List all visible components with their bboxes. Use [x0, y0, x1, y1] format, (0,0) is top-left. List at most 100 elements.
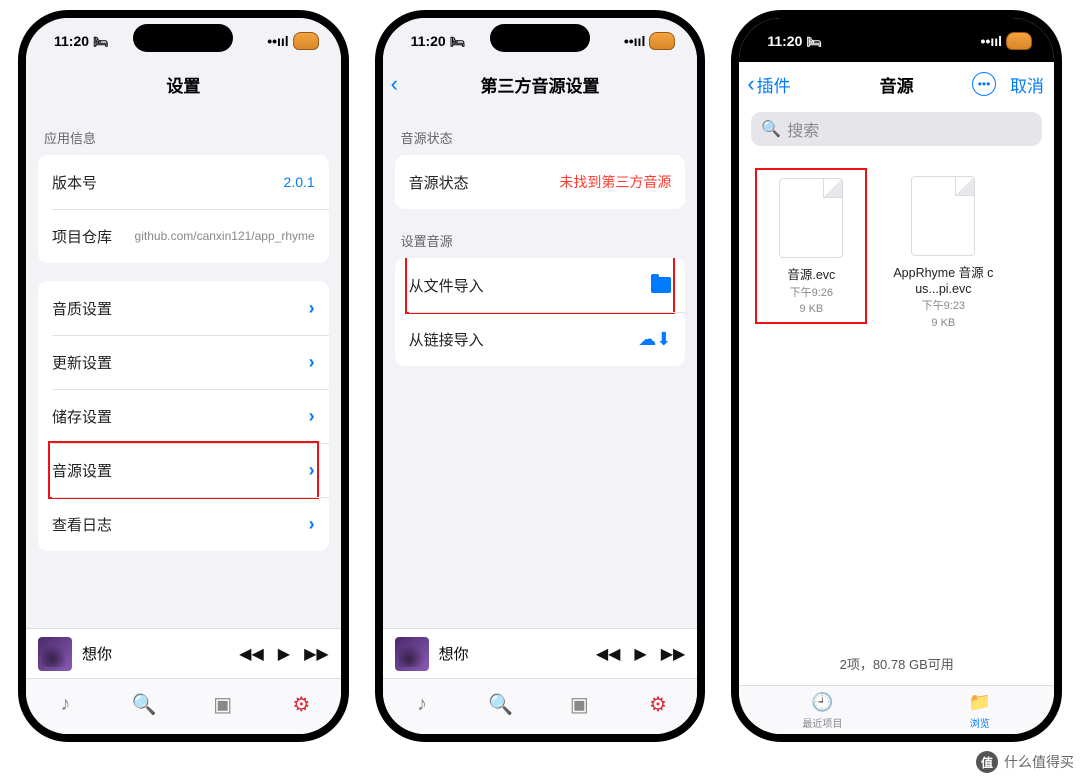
- nav-bar: ‹ 第三方音源设置: [383, 62, 698, 106]
- notch: [847, 24, 947, 52]
- chevron-left-icon: ‹: [391, 71, 398, 97]
- clock-icon: 🕘: [811, 692, 833, 713]
- file-thumb-icon: [911, 176, 975, 256]
- play-icon[interactable]: ▶: [634, 644, 646, 664]
- chevron-right-icon: ›: [309, 352, 315, 373]
- chevron-right-icon: ›: [309, 406, 315, 427]
- picker-tab-bar: 🕘 最近项目 📁 浏览: [739, 685, 1054, 734]
- cancel-button[interactable]: 取消: [1010, 72, 1044, 97]
- phone-settings: 11:20 ••ııl 设置 应用信息 版本号 2.0.1: [18, 10, 349, 742]
- notch: [133, 24, 233, 52]
- file-item[interactable]: 音源.evc 下午9:26 9 KB: [759, 170, 863, 322]
- file-size: 9 KB: [761, 302, 861, 316]
- status-time: 11:20: [54, 33, 89, 49]
- file-time: 下午9:26: [761, 286, 861, 300]
- cell-log[interactable]: 查看日志 ›: [38, 497, 329, 551]
- album-art[interactable]: [395, 637, 429, 671]
- tab-search-icon[interactable]: 🔍: [481, 692, 521, 717]
- file-size: 9 KB: [891, 316, 995, 330]
- cell-version[interactable]: 版本号 2.0.1: [38, 155, 329, 209]
- cell-source[interactable]: 音源设置 ›: [38, 443, 329, 497]
- cell-import-file[interactable]: 从文件导入: [395, 258, 686, 312]
- chevron-right-icon: ›: [309, 514, 315, 535]
- chevron-right-icon: ›: [309, 460, 315, 481]
- cell-source-status: 音源状态 未找到第三方音源: [395, 155, 686, 209]
- status-time: 11:20: [411, 33, 446, 49]
- version-label: 版本号: [52, 172, 97, 193]
- tab-browse[interactable]: 📁 浏览: [969, 692, 991, 730]
- signal-icon: ••ııl: [981, 33, 1002, 49]
- folder-icon: 📁: [969, 692, 991, 713]
- album-art[interactable]: [38, 637, 72, 671]
- nav-bar: ‹ 插件 音源 ••• 取消: [739, 62, 1054, 106]
- tab-settings-icon[interactable]: ⚙: [638, 692, 678, 717]
- watermark-text: 什么值得买: [1004, 752, 1074, 772]
- storage-status: 2项，80.78 GB可用: [739, 638, 1054, 685]
- phone-source-settings: 11:20 ••ııl ‹ 第三方音源设置 音源状态 音源状态: [375, 10, 706, 742]
- sleep-icon: [806, 33, 821, 49]
- player-bar[interactable]: 想你 ◀◀ ▶ ▶▶: [383, 628, 698, 678]
- repo-value: github.com/canxin121/app_rhyme: [135, 229, 315, 243]
- signal-icon: ••ııl: [624, 33, 645, 49]
- cell-update[interactable]: 更新设置 ›: [38, 335, 329, 389]
- repo-label: 项目仓库: [52, 226, 112, 247]
- page-title: 设置: [166, 72, 200, 97]
- tab-settings-icon[interactable]: ⚙: [281, 692, 321, 717]
- more-button[interactable]: •••: [972, 72, 996, 96]
- section-header-appinfo: 应用信息: [26, 106, 341, 155]
- tab-search-icon[interactable]: 🔍: [124, 692, 164, 717]
- page-title: 音源: [880, 72, 914, 97]
- search-input[interactable]: 🔍 搜索: [751, 112, 1042, 146]
- section-header-set: 设置音源: [383, 209, 698, 258]
- prev-icon[interactable]: ◀◀: [596, 644, 621, 664]
- sleep-icon: [450, 33, 465, 49]
- tab-bar: ♪ 🔍 ▣ ⚙: [383, 678, 698, 734]
- next-icon[interactable]: ▶▶: [304, 644, 329, 664]
- tab-music-icon[interactable]: ♪: [45, 693, 85, 716]
- chevron-left-icon: ‹: [747, 71, 754, 97]
- battery-bread-icon: [1006, 32, 1032, 50]
- file-item[interactable]: AppRhyme 音源 cus...pi.evc 下午9:23 9 KB: [891, 170, 995, 330]
- cell-repo[interactable]: 项目仓库 github.com/canxin121/app_rhyme: [38, 209, 329, 263]
- tab-recent[interactable]: 🕘 最近项目: [802, 692, 842, 730]
- cloud-download-icon: ☁︎⬇: [638, 329, 671, 350]
- play-icon[interactable]: ▶: [278, 644, 290, 664]
- version-value: 2.0.1: [284, 174, 315, 190]
- cell-quality[interactable]: 音质设置 ›: [38, 281, 329, 335]
- next-icon[interactable]: ▶▶: [661, 644, 686, 664]
- cell-import-link[interactable]: 从链接导入 ☁︎⬇: [395, 312, 686, 366]
- back-label: 插件: [757, 72, 791, 97]
- folder-icon: [651, 277, 671, 293]
- file-name: AppRhyme 音源 cus...pi.evc: [891, 266, 995, 297]
- back-button[interactable]: ‹: [391, 71, 400, 97]
- battery-bread-icon: [293, 32, 319, 50]
- sleep-icon: [93, 33, 108, 49]
- watermark-logo-icon: 值: [976, 751, 998, 773]
- tab-library-icon[interactable]: ▣: [559, 692, 599, 717]
- song-title: 想你: [439, 643, 586, 664]
- player-bar[interactable]: 想你 ◀◀ ▶ ▶▶: [26, 628, 341, 678]
- status-label: 音源状态: [409, 172, 469, 193]
- nav-bar: 设置: [26, 62, 341, 106]
- tab-bar: ♪ 🔍 ▣ ⚙: [26, 678, 341, 734]
- search-icon: 🔍: [761, 119, 781, 139]
- signal-icon: ••ııl: [267, 33, 288, 49]
- song-title: 想你: [82, 643, 229, 664]
- chevron-right-icon: ›: [309, 298, 315, 319]
- notch: [490, 24, 590, 52]
- file-time: 下午9:23: [891, 299, 995, 313]
- prev-icon[interactable]: ◀◀: [239, 644, 264, 664]
- cell-storage[interactable]: 储存设置 ›: [38, 389, 329, 443]
- tab-music-icon[interactable]: ♪: [402, 693, 442, 716]
- file-thumb-icon: [779, 178, 843, 258]
- status-time: 11:20: [767, 33, 802, 49]
- status-value: 未找到第三方音源: [559, 172, 671, 192]
- tab-library-icon[interactable]: ▣: [203, 692, 243, 717]
- section-header-status: 音源状态: [383, 106, 698, 155]
- battery-bread-icon: [649, 32, 675, 50]
- back-button[interactable]: ‹ 插件: [747, 71, 790, 97]
- phone-file-picker: 11:20 ••ııl ‹ 插件 音源 ••• 取消: [731, 10, 1062, 742]
- files-grid: 音源.evc 下午9:26 9 KB AppRhyme 音源 cus...pi.…: [739, 156, 1054, 638]
- search-placeholder: 搜索: [787, 117, 819, 141]
- watermark: 值 什么值得买: [976, 751, 1074, 773]
